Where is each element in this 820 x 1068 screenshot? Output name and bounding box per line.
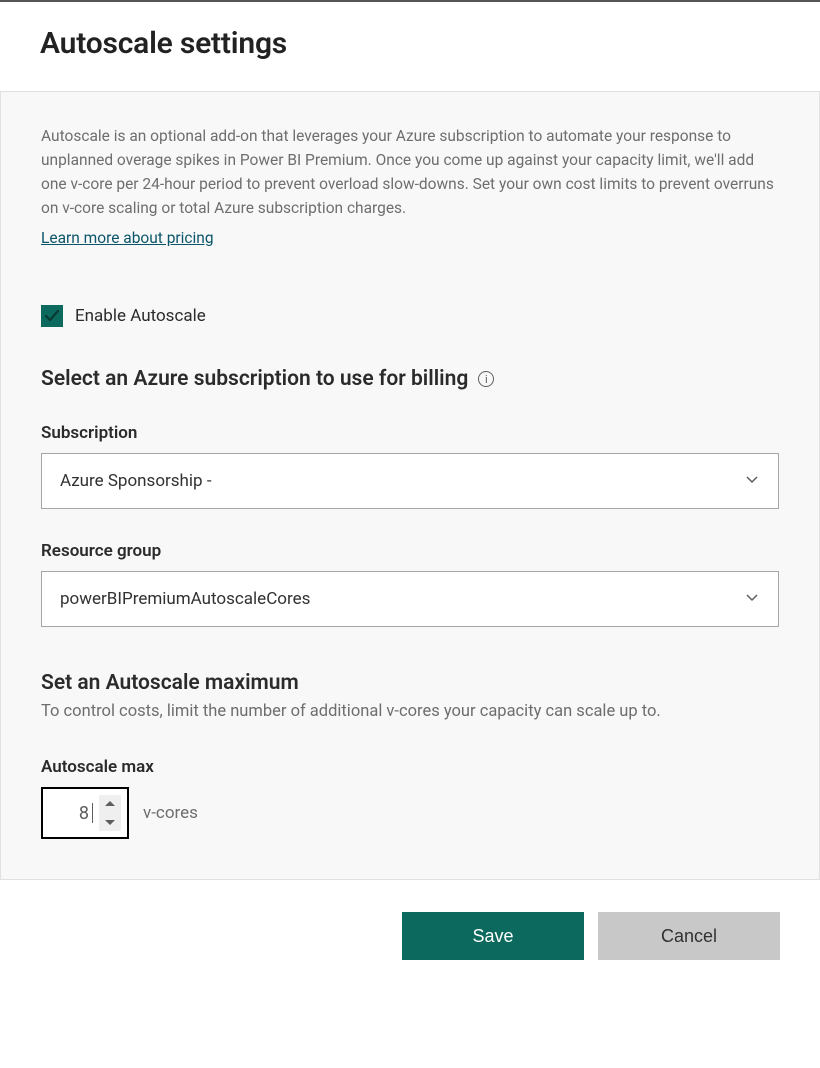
learn-more-link[interactable]: Learn more about pricing xyxy=(41,229,214,247)
resource-group-value: powerBIPremiumAutoscaleCores xyxy=(60,589,744,609)
subscription-label: Subscription xyxy=(41,423,779,443)
text-cursor xyxy=(92,803,93,823)
billing-heading-text: Select an Azure subscription to use for … xyxy=(41,367,468,391)
enable-autoscale-label: Enable Autoscale xyxy=(75,306,206,326)
caret-up-icon xyxy=(105,801,115,807)
maximum-heading: Set an Autoscale maximum xyxy=(41,671,779,695)
dialog-footer: Save Cancel xyxy=(0,880,820,992)
dialog-header: Autoscale settings xyxy=(0,2,820,91)
resource-group-select[interactable]: powerBIPremiumAutoscaleCores xyxy=(41,571,779,627)
autoscale-max-label: Autoscale max xyxy=(41,757,779,777)
page-title: Autoscale settings xyxy=(40,26,780,61)
billing-heading: Select an Azure subscription to use for … xyxy=(41,367,779,391)
subscription-select[interactable]: Azure Sponsorship - xyxy=(41,453,779,509)
info-icon[interactable]: i xyxy=(478,371,494,387)
spinner-down-button[interactable] xyxy=(105,813,115,831)
caret-down-icon xyxy=(105,819,115,825)
checkmark-icon xyxy=(44,308,60,324)
subscription-value: Azure Sponsorship - xyxy=(60,471,744,491)
enable-autoscale-checkbox[interactable] xyxy=(41,305,63,327)
autoscale-max-input[interactable]: 8 xyxy=(41,787,129,839)
chevron-down-icon xyxy=(744,471,760,491)
dialog-content: Autoscale is an optional add-on that lev… xyxy=(0,91,820,880)
description-text: Autoscale is an optional add-on that lev… xyxy=(41,124,779,220)
cancel-button[interactable]: Cancel xyxy=(598,912,780,960)
resource-group-label: Resource group xyxy=(41,541,779,561)
chevron-down-icon xyxy=(744,589,760,609)
enable-autoscale-row: Enable Autoscale xyxy=(41,305,779,327)
autoscale-max-row: 8 v-cores xyxy=(41,787,779,839)
spinner-up-button[interactable] xyxy=(105,795,115,813)
maximum-description: To control costs, limit the number of ad… xyxy=(41,699,779,725)
autoscale-max-value: 8 xyxy=(63,803,91,824)
save-button[interactable]: Save xyxy=(402,912,584,960)
spinner-button-group xyxy=(99,795,121,831)
autoscale-max-unit: v-cores xyxy=(143,803,198,823)
